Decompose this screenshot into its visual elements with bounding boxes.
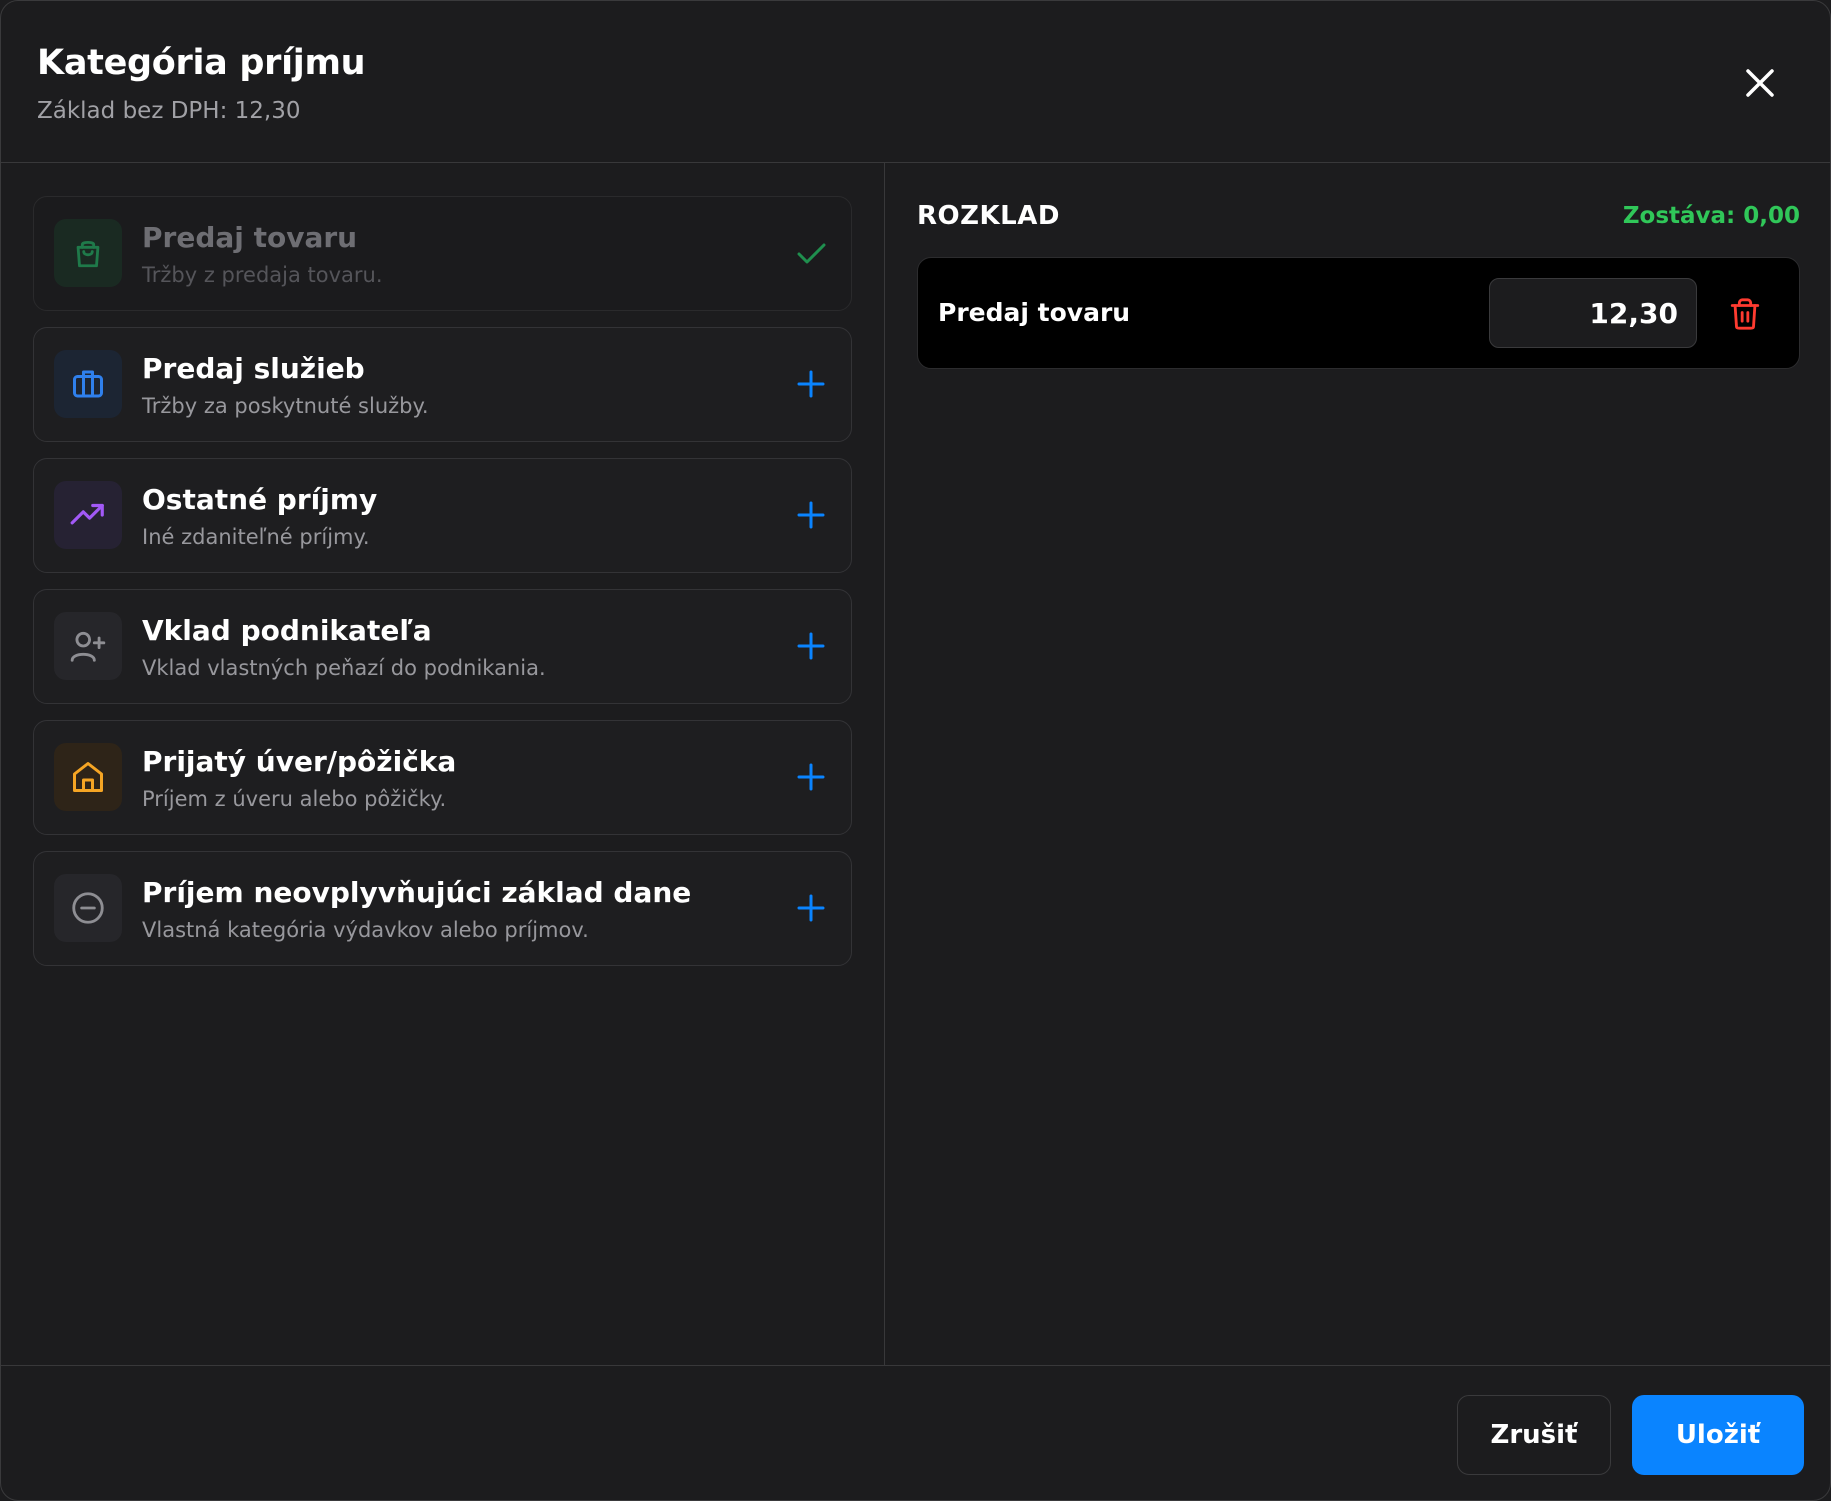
category-description: Vlastná kategória výdavkov alebo príjmov…	[142, 918, 589, 942]
close-icon	[1746, 69, 1774, 97]
home-icon	[54, 743, 122, 811]
category-title: Prijatý úver/pôžička	[142, 745, 457, 778]
save-button[interactable]: Uložiť	[1632, 1395, 1804, 1475]
category-card-predaj-sluzieb[interactable]: Predaj služieb Tržby za poskytnuté služb…	[33, 327, 852, 442]
category-card-ostatne-prijmy[interactable]: Ostatné príjmy Iné zdaniteľné príjmy.	[33, 458, 852, 573]
category-title: Ostatné príjmy	[142, 483, 378, 516]
category-list: Predaj tovaru Tržby z predaja tovaru. Pr…	[1, 163, 885, 1365]
breakdown-row-name: Predaj tovaru	[938, 298, 1131, 327]
check-icon	[793, 235, 829, 271]
category-title: Predaj tovaru	[142, 221, 358, 254]
cancel-button[interactable]: Zrušiť	[1457, 1395, 1611, 1475]
category-card-vklad-podnikatela[interactable]: Vklad podnikateľa Vklad vlastných peňazí…	[33, 589, 852, 704]
breakdown-title: ROZKLAD	[917, 201, 1060, 231]
base-amount-subtitle: Základ bez DPH: 12,30	[37, 98, 301, 124]
breakdown-panel: ROZKLAD Zostáva: 0,00 Predaj tovaru	[885, 163, 1830, 1365]
category-card-prijem-neovplyvnujuci[interactable]: Príjem neovplyvňujúci základ dane Vlastn…	[33, 851, 852, 966]
category-card-prijaty-uver[interactable]: Prijatý úver/pôžička Príjem z úveru aleb…	[33, 720, 852, 835]
category-description: Príjem z úveru alebo pôžičky.	[142, 787, 447, 811]
category-card-predaj-tovaru[interactable]: Predaj tovaru Tržby z predaja tovaru.	[33, 196, 852, 311]
plus-icon[interactable]	[793, 759, 829, 795]
briefcase-icon	[54, 350, 122, 418]
close-button[interactable]	[1740, 63, 1780, 103]
category-title: Predaj služieb	[142, 352, 365, 385]
plus-icon[interactable]	[793, 628, 829, 664]
delete-button[interactable]	[1728, 296, 1762, 332]
remaining-amount: Zostáva: 0,00	[1622, 203, 1800, 229]
category-description: Iné zdaniteľné príjmy.	[142, 525, 370, 549]
income-category-dialog: Kategória príjmu Základ bez DPH: 12,30 P…	[0, 0, 1831, 1501]
amount-input[interactable]	[1489, 278, 1697, 348]
user-plus-icon	[54, 612, 122, 680]
plus-icon[interactable]	[793, 890, 829, 926]
breakdown-row: Predaj tovaru	[917, 257, 1800, 369]
dialog-footer: Zrušiť Uložiť	[1, 1365, 1830, 1500]
category-title: Príjem neovplyvňujúci základ dane	[142, 876, 692, 909]
dialog-title: Kategória príjmu	[37, 43, 366, 83]
category-description: Tržby z predaja tovaru.	[142, 263, 383, 287]
dialog-header: Kategória príjmu Základ bez DPH: 12,30	[1, 1, 1830, 163]
minus-circle-icon	[54, 874, 122, 942]
category-description: Tržby za poskytnuté služby.	[142, 394, 429, 418]
category-title: Vklad podnikateľa	[142, 614, 432, 647]
shopping-bag-icon	[54, 219, 122, 287]
trending-up-icon	[54, 481, 122, 549]
plus-icon[interactable]	[793, 366, 829, 402]
category-description: Vklad vlastných peňazí do podnikania.	[142, 656, 546, 680]
trash-icon	[1730, 298, 1760, 330]
plus-icon[interactable]	[793, 497, 829, 533]
